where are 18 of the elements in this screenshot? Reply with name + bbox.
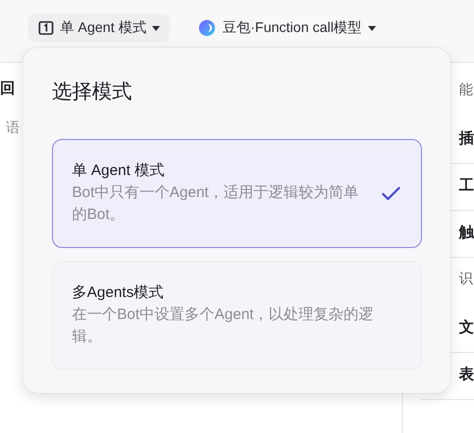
option-description: 在一个Bot中设置多个Agent，以处理复杂的逻辑。 <box>72 305 375 347</box>
section-heading: 回 <box>0 79 15 99</box>
option-description: Bot中只有一个Agent，适用于逻辑较为简单的Bot。 <box>72 183 360 225</box>
mode-option[interactable]: 单 Agent 模式 Bot中只有一个Agent，适用于逻辑较为简单的Bot。 <box>52 139 422 248</box>
caret-icon <box>152 26 160 30</box>
checkmark-icon <box>381 186 401 202</box>
option-title: 多Agents模式 <box>72 283 165 302</box>
model-logo-icon <box>198 19 216 37</box>
model-selector[interactable]: 豆包·Function call模型 <box>198 14 376 42</box>
mode-icon <box>38 20 54 36</box>
mode-button[interactable]: 单 Agent 模式 <box>28 14 170 42</box>
mode-option[interactable]: 多Agents模式 在一个Bot中设置多个Agent，以处理复杂的逻辑。 <box>52 261 422 370</box>
section-label: 能 <box>459 80 474 99</box>
popup-title: 选择模式 <box>52 80 133 105</box>
caret-icon <box>368 26 376 30</box>
section-label: 识 <box>459 269 474 288</box>
hint-text: 语 <box>5 119 20 137</box>
option-title: 单 Agent 模式 <box>72 161 166 180</box>
